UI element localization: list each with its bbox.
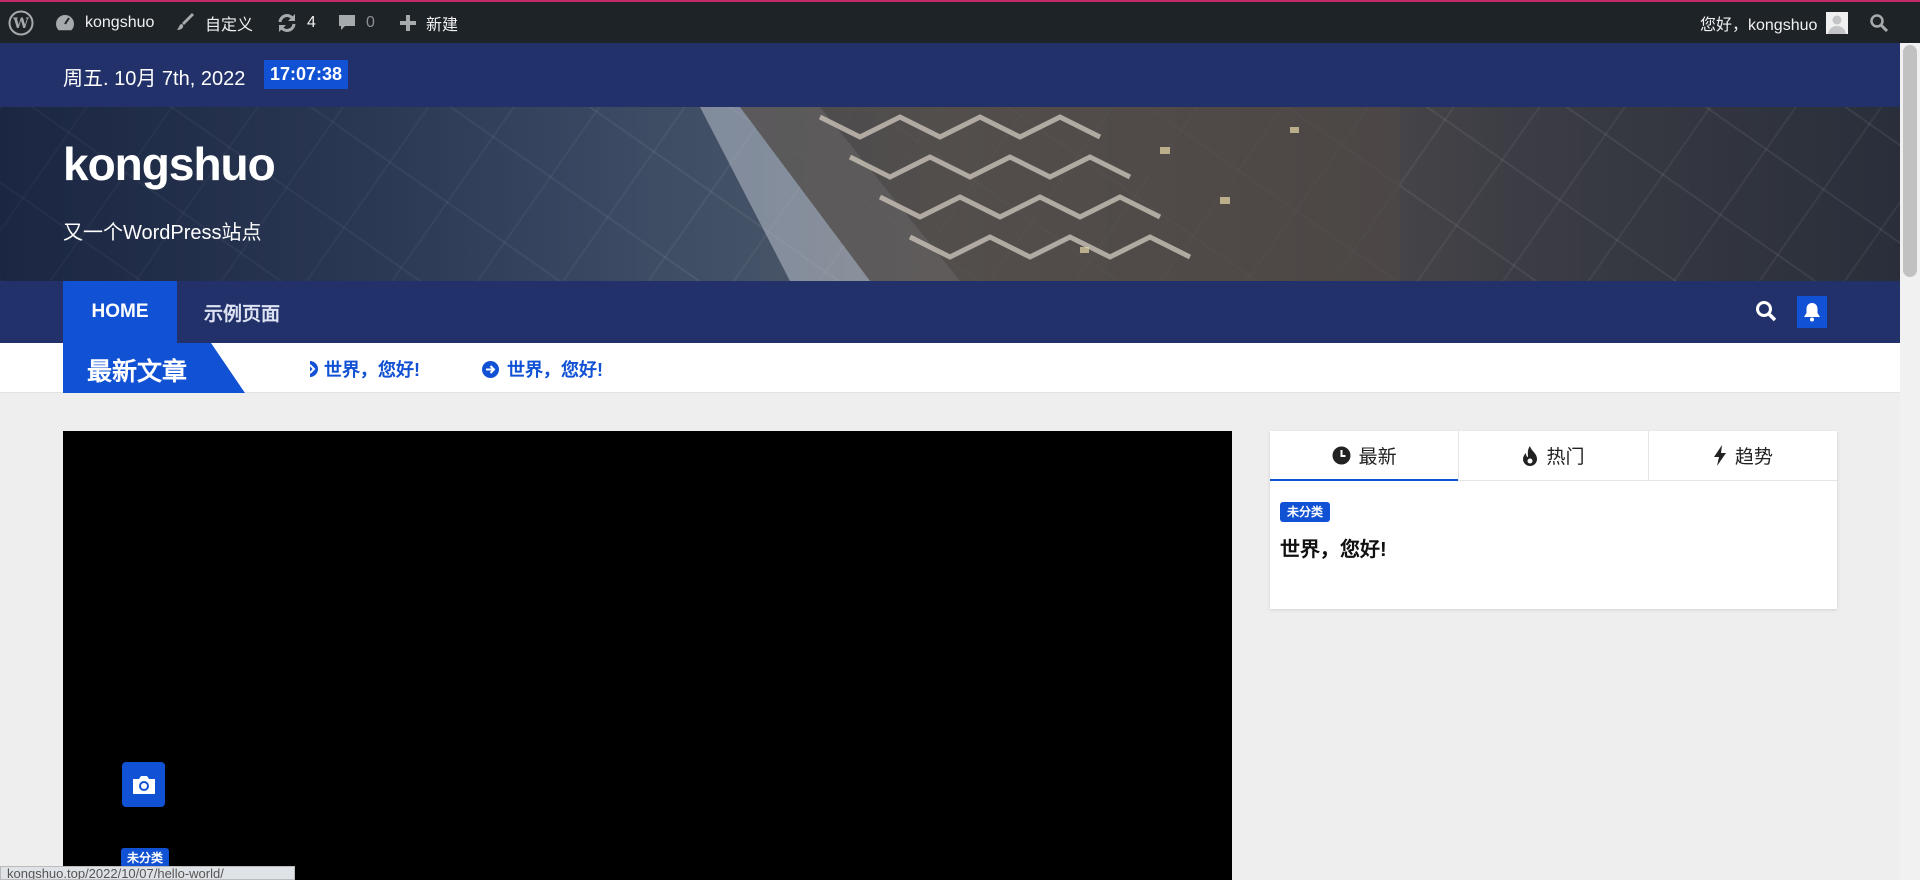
admin-comments-count: 0 bbox=[366, 13, 375, 31]
category-badge[interactable]: 未分类 bbox=[121, 848, 170, 868]
date-bar: 周五. 10月 7th, 2022 17:07:38 bbox=[0, 43, 1900, 107]
admin-site-name: kongshuo bbox=[85, 13, 155, 31]
scrollbar-thumb[interactable] bbox=[1903, 45, 1917, 277]
admin-updates-count: 4 bbox=[307, 13, 316, 31]
tab-trending[interactable]: 趋势 bbox=[1649, 431, 1837, 480]
camera-button[interactable] bbox=[122, 762, 165, 807]
notification-bell-button[interactable] bbox=[1797, 296, 1827, 328]
admin-new-link[interactable]: 新建 bbox=[399, 2, 458, 43]
ticker-item-label: 世界，您好! bbox=[507, 360, 603, 380]
camera-icon bbox=[132, 775, 155, 794]
admin-greeting: 您好，kongshuo bbox=[1700, 16, 1818, 34]
nav-search-icon[interactable] bbox=[1754, 299, 1778, 328]
current-time: 17:07:38 bbox=[264, 60, 349, 89]
bolt-icon bbox=[1713, 445, 1726, 466]
category-badge[interactable]: 未分类 bbox=[1280, 502, 1331, 522]
wordpress-logo-icon[interactable]: W bbox=[8, 2, 34, 43]
admin-site-link[interactable]: kongshuo bbox=[54, 2, 154, 43]
featured-post-image[interactable]: 未分类 bbox=[63, 431, 1232, 880]
admin-search-icon[interactable] bbox=[1869, 2, 1889, 43]
admin-account-link[interactable]: 您好，kongshuo bbox=[1700, 2, 1849, 43]
widget-post-title[interactable]: 世界，您好! bbox=[1280, 533, 1387, 562]
tab-label: 最新 bbox=[1358, 447, 1397, 468]
nav-item-sample-page[interactable]: 示例页面 bbox=[190, 281, 294, 343]
tab-latest[interactable]: 最新 bbox=[1270, 431, 1460, 481]
admin-bar: W kongshuo 自定义 4 0 新建 您好，kongshuo bbox=[0, 0, 1920, 43]
fire-icon bbox=[1523, 445, 1538, 466]
bell-icon bbox=[1804, 303, 1820, 322]
dashboard-icon bbox=[56, 14, 74, 30]
admin-customize-link[interactable]: 自定义 bbox=[176, 2, 253, 43]
admin-new-label: 新建 bbox=[426, 16, 459, 34]
svg-text:W: W bbox=[12, 16, 29, 32]
building-graphic bbox=[700, 107, 1400, 281]
clock-icon bbox=[1332, 446, 1351, 465]
comment-icon bbox=[339, 14, 355, 30]
admin-comments-link[interactable]: 0 bbox=[337, 2, 375, 43]
admin-customize-label: 自定义 bbox=[205, 16, 254, 34]
site-title[interactable]: kongshuo bbox=[63, 137, 276, 191]
updates-icon bbox=[278, 13, 296, 32]
avatar bbox=[1826, 11, 1849, 34]
ticker-item[interactable]: 世界，您好! bbox=[310, 356, 420, 382]
ticker-label: 最新文章 bbox=[63, 343, 245, 393]
main-navigation: HOME 示例页面 bbox=[0, 281, 1900, 343]
arrow-circle-icon bbox=[482, 360, 499, 378]
ticker-item-label: 世界，您好! bbox=[324, 360, 420, 380]
ticker-item[interactable]: 世界，您好! bbox=[482, 356, 603, 382]
browser-status-url: kongshuo.top/2022/10/07/hello-world/ bbox=[0, 866, 295, 880]
latest-posts-ticker: 最新文章 世界，您好! 世界，您好! bbox=[0, 343, 1900, 393]
widget-tabs: 最新 热门 趋势 bbox=[1270, 431, 1837, 481]
tabbed-posts-widget: 最新 热门 趋势 未分类 世界，您好! bbox=[1270, 431, 1837, 609]
header-banner-image: kongshuo 又一个WordPress站点 bbox=[0, 107, 1900, 281]
admin-updates-link[interactable]: 4 bbox=[276, 2, 316, 43]
tab-label: 趋势 bbox=[1734, 447, 1773, 468]
plus-icon bbox=[400, 14, 416, 31]
current-date: 周五. 10月 7th, 2022 bbox=[63, 68, 246, 90]
site-description: 又一个WordPress站点 bbox=[63, 222, 262, 244]
page-scrollbar[interactable] bbox=[1900, 43, 1920, 880]
tab-label: 热门 bbox=[1546, 447, 1585, 468]
arrow-circle-icon bbox=[310, 361, 318, 377]
brush-icon bbox=[177, 12, 194, 30]
tab-popular[interactable]: 热门 bbox=[1459, 431, 1649, 480]
nav-item-home[interactable]: HOME bbox=[63, 281, 177, 343]
